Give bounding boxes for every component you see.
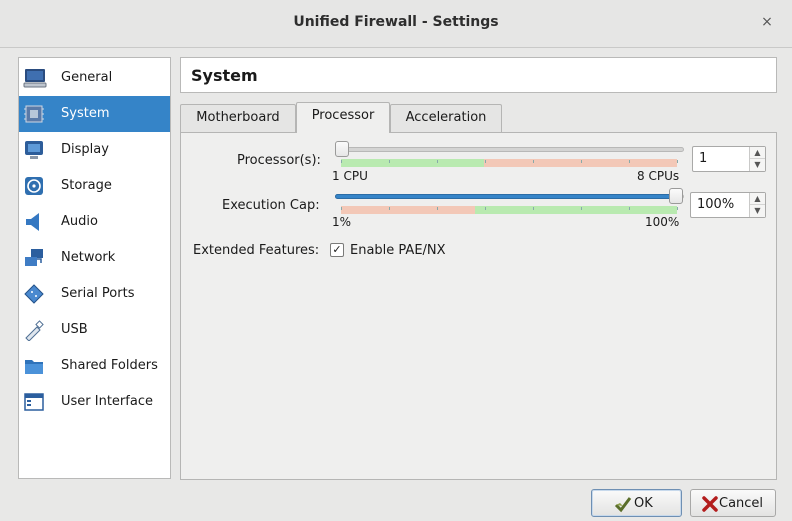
sidebar-item-shared-folders[interactable]: Shared Folders	[19, 348, 170, 384]
page-title: System	[191, 66, 258, 85]
sidebar-item-network[interactable]: Network	[19, 240, 170, 276]
slider-tick	[677, 160, 678, 163]
tab-motherboard[interactable]: Motherboard	[180, 104, 296, 132]
exec-cap-spin-buttons: ▲ ▼	[749, 193, 765, 217]
storage-icon	[23, 175, 45, 197]
sidebar-item-label: Shared Folders	[61, 358, 158, 373]
spin-up-icon[interactable]: ▲	[750, 193, 765, 205]
slider-tick	[341, 207, 342, 210]
sidebar-item-label: System	[61, 106, 110, 121]
ok-label: OK	[634, 496, 653, 511]
processors-safe-band	[341, 159, 484, 167]
extended-features-label: Extended Features:	[193, 243, 320, 258]
slider-tick	[341, 160, 342, 163]
processor-panel	[180, 132, 777, 480]
audio-icon	[23, 211, 45, 233]
exec-cap-slider-handle[interactable]	[669, 188, 683, 204]
sidebar-item-label: User Interface	[61, 394, 153, 409]
sidebar-item-user-interface[interactable]: User Interface	[19, 384, 170, 420]
processors-slider-handle[interactable]	[335, 141, 349, 157]
slider-tick	[581, 207, 582, 210]
sidebar-item-label: Serial Ports	[61, 286, 135, 301]
cancel-label: Cancel	[719, 496, 764, 511]
usb-icon	[23, 319, 45, 342]
general-icon	[23, 67, 47, 89]
serial-ports-icon	[23, 283, 45, 305]
processors-value: 1	[699, 151, 708, 166]
exec-cap-min-label: 1%	[332, 215, 352, 229]
processors-spin-buttons: ▲ ▼	[749, 147, 765, 171]
spin-up-icon[interactable]: ▲	[750, 147, 765, 159]
ok-button[interactable]: OK	[591, 489, 682, 517]
spin-down-icon[interactable]: ▼	[750, 159, 765, 171]
processors-spinbox[interactable]: 1 ▲ ▼	[692, 146, 766, 172]
slider-tick	[437, 207, 438, 210]
processors-max-label: 8 CPUs	[637, 169, 680, 183]
exec-cap-warn-band	[341, 206, 475, 214]
user-interface-icon	[23, 391, 45, 413]
slider-tick	[437, 160, 438, 163]
pae-nx-label[interactable]: Enable PAE/NX	[350, 243, 446, 258]
sidebar-item-label: Audio	[61, 214, 98, 229]
sidebar-item-label: General	[61, 70, 113, 85]
sidebar-item-label: Network	[61, 250, 116, 265]
slider-tick	[389, 160, 390, 163]
pae-nx-checkbox[interactable]: ✓	[330, 243, 344, 257]
sidebar-item-storage[interactable]: Storage	[19, 168, 170, 204]
ok-icon	[614, 495, 632, 513]
sidebar-item-label: Display	[61, 142, 109, 157]
tab-label: Motherboard	[196, 110, 280, 125]
title-bar: Unified Firewall - Settings ×	[0, 0, 792, 48]
close-icon[interactable]: ×	[758, 13, 776, 31]
slider-tick	[629, 160, 630, 163]
sidebar-item-audio[interactable]: Audio	[19, 204, 170, 240]
processors-label: Processor(s):	[237, 153, 321, 168]
sidebar-item-serial-ports[interactable]: Serial Ports	[19, 276, 170, 312]
processors-slider[interactable]	[335, 147, 684, 152]
exec-cap-spinbox[interactable]: 100% ▲ ▼	[690, 192, 766, 218]
exec-cap-max-label: 100%	[645, 215, 680, 229]
system-icon	[23, 103, 45, 125]
exec-cap-label: Execution Cap:	[222, 198, 320, 213]
slider-tick	[485, 160, 486, 163]
sidebar-item-general[interactable]: General	[19, 60, 170, 96]
window-title: Unified Firewall - Settings	[293, 14, 499, 30]
exec-cap-slider-fill	[335, 194, 674, 199]
slider-tick	[485, 207, 486, 210]
sidebar-item-label: Storage	[61, 178, 112, 193]
sidebar-item-display[interactable]: Display	[19, 132, 170, 168]
slider-tick	[389, 207, 390, 210]
cancel-button[interactable]: Cancel	[690, 489, 776, 517]
settings-window: Unified Firewall - Settings × General Sy…	[0, 0, 792, 521]
tab-processor[interactable]: Processor	[296, 102, 390, 133]
shared-folders-icon	[23, 355, 45, 377]
slider-tick	[533, 160, 534, 163]
network-icon	[23, 247, 45, 269]
tab-label: Processor	[311, 108, 375, 123]
slider-tick	[629, 207, 630, 210]
display-icon	[23, 139, 45, 161]
sidebar-item-usb[interactable]: USB	[19, 312, 170, 348]
settings-sidebar: General System Display Storage Audio Net…	[18, 57, 171, 479]
slider-tick	[677, 207, 678, 210]
slider-tick	[581, 160, 582, 163]
sidebar-item-system[interactable]: System	[19, 96, 170, 132]
cancel-icon	[701, 495, 719, 513]
tab-acceleration[interactable]: Acceleration	[390, 104, 502, 132]
tab-label: Acceleration	[405, 110, 487, 125]
sidebar-item-label: USB	[61, 322, 88, 337]
spin-down-icon[interactable]: ▼	[750, 205, 765, 217]
slider-tick	[533, 207, 534, 210]
exec-cap-value: 100%	[697, 197, 735, 212]
exec-cap-safe-band	[475, 206, 677, 214]
page-header: System	[180, 57, 777, 93]
processors-min-label: 1 CPU	[332, 169, 368, 183]
